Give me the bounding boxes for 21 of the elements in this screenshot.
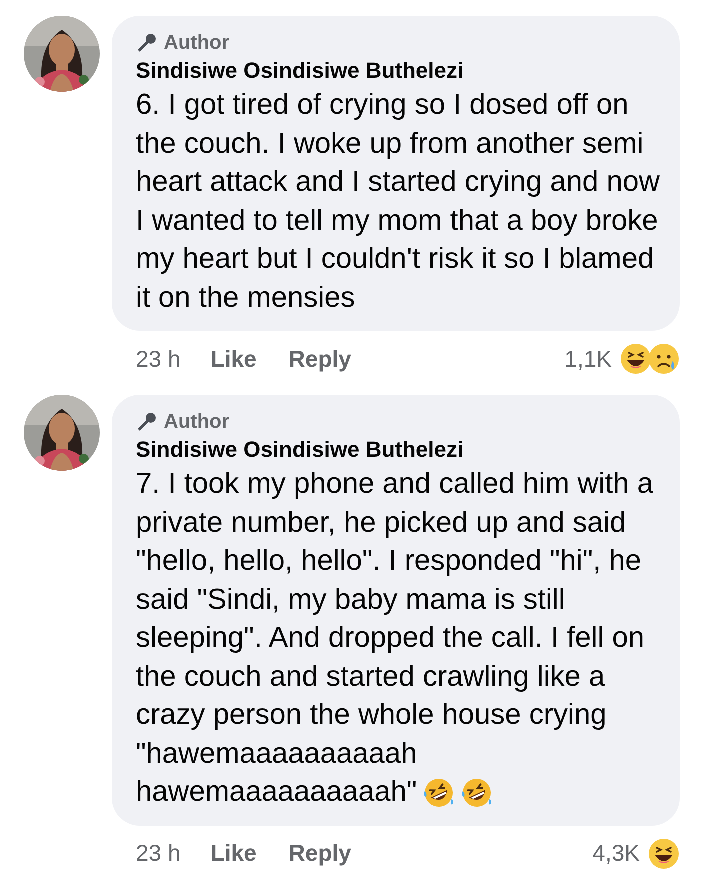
comment-text: 7. I took my phone and called him with a private number, he picked up and said "hello, hello, hello". I responded "hi", he said "Sindi, my baby mama is still sleeping". And dropped the call. I fell on the couch and started crawling like a crazy person the whole house crying "hawemaaaaaaaaaah hawemaaaaaaaaaah" <box>136 467 654 812</box>
reaction-icon <box>648 838 680 870</box>
reaction-count[interactable]: 1,1K <box>564 346 612 372</box>
reaction-icon <box>648 343 680 375</box>
emoji-icon <box>461 777 494 810</box>
timestamp: 23 h <box>136 840 181 867</box>
reaction-count[interactable]: 4,3K <box>592 840 640 867</box>
action-link[interactable]: Like <box>210 346 257 372</box>
action-link[interactable]: Reply <box>288 840 352 867</box>
microphone-icon <box>136 32 158 54</box>
author-label: Author <box>164 410 230 435</box>
comment-text: 6. I got tired of crying so I dosed off on the couch. I woke up from another semi heart attack and I started crying and now I wanted to tell my mom that a boy broke my heart but I couldn't risk it so I blamed it on the mensies <box>136 88 661 316</box>
commenter-name[interactable]: Sindisiwe Osindisiwe Buthelezi <box>136 435 666 465</box>
author-label: Author <box>164 31 230 56</box>
timestamp: 23 h <box>136 346 181 372</box>
emoji-icon <box>423 777 456 810</box>
action-link[interactable]: Reply <box>288 346 352 372</box>
reaction-icon <box>620 343 652 375</box>
microphone-icon <box>136 411 158 433</box>
action-link[interactable]: Like <box>210 840 257 867</box>
commenter-name[interactable]: Sindisiwe Osindisiwe Buthelezi <box>136 56 666 86</box>
